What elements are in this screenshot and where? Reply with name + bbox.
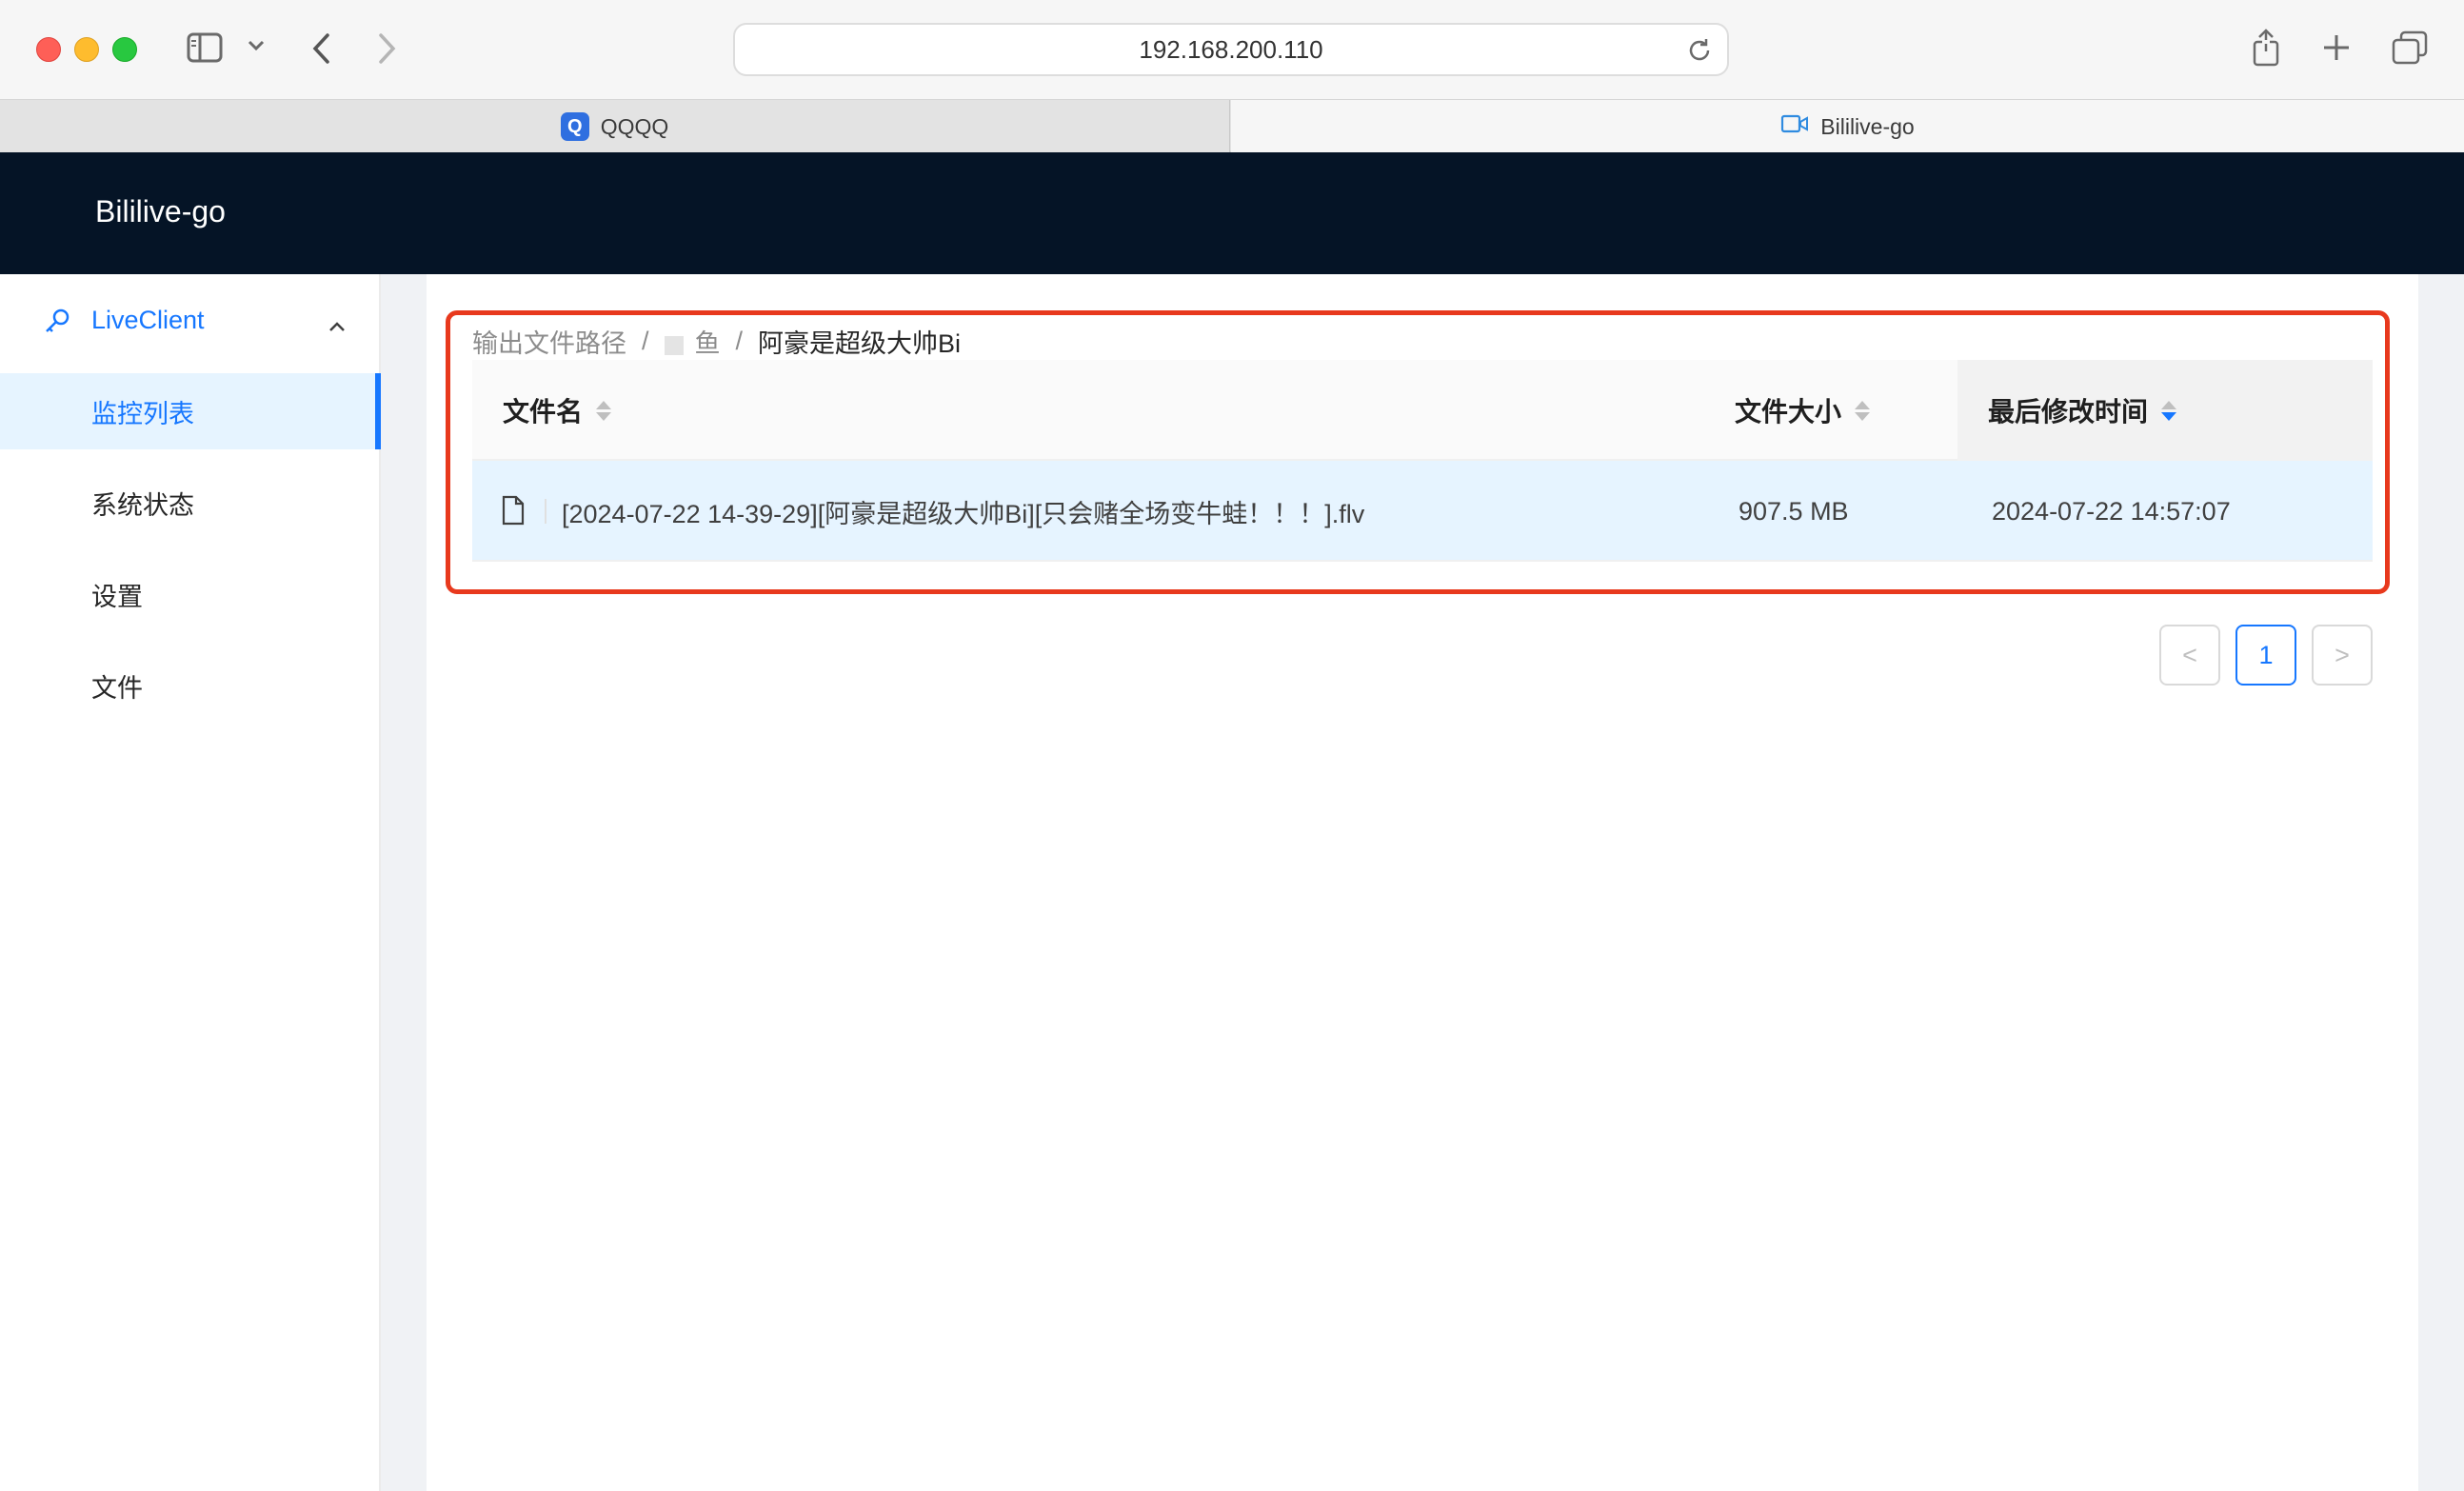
sidebar-item-label: 设置 — [91, 582, 143, 611]
page-1-button[interactable]: 1 — [2235, 625, 2296, 686]
sidebar-item-files[interactable]: 文件 — [0, 647, 381, 724]
pagination: < 1 > — [2159, 625, 2373, 686]
key-icon — [44, 307, 72, 342]
tab-qqqq[interactable]: Q QQQQ — [0, 100, 1230, 153]
chevron-up-icon — [328, 310, 347, 340]
sidebar-item-settings[interactable]: 设置 — [0, 556, 381, 632]
sidebar-toggle-icon[interactable] — [187, 32, 223, 63]
next-page-button[interactable]: > — [2312, 625, 2373, 686]
video-camera-icon — [1780, 113, 1809, 140]
tab-label: Bililive-go — [1820, 113, 1915, 139]
tab-overview-icon[interactable] — [2392, 30, 2428, 65]
address-text: 192.168.200.110 — [1139, 34, 1323, 64]
sidebar-item-label: 监控列表 — [91, 399, 194, 428]
reload-icon[interactable] — [1685, 36, 1714, 71]
submenu-liveclient[interactable]: LiveClient — [0, 274, 381, 366]
next-page-icon: > — [2335, 640, 2350, 669]
back-icon[interactable] — [310, 32, 331, 65]
sidebar-item-monitor-list[interactable]: 监控列表 — [0, 373, 381, 449]
app-header: Bililive-go — [0, 152, 2464, 274]
tab-bililive-go[interactable]: Bililive-go — [1231, 100, 2464, 153]
prev-page-icon: < — [2182, 640, 2197, 669]
tab-label: QQQQ — [600, 113, 669, 139]
sidebar-item-system-status[interactable]: 系统状态 — [0, 465, 381, 541]
share-icon[interactable] — [2251, 29, 2281, 67]
address-bar[interactable]: 192.168.200.110 — [733, 23, 1729, 76]
prev-page-button[interactable]: < — [2159, 625, 2220, 686]
sidebar-item-label: 文件 — [91, 673, 143, 703]
forward-icon[interactable] — [377, 32, 398, 65]
minimize-window-button[interactable] — [74, 37, 99, 62]
chevron-down-icon[interactable] — [248, 40, 265, 51]
close-window-button[interactable] — [36, 37, 61, 62]
sidebar: LiveClient 监控列表 系统状态 设置 文件 — [0, 274, 381, 1491]
page-number: 1 — [2258, 640, 2274, 669]
qqqq-favicon-icon: Q — [560, 112, 589, 141]
tab-bar: Q QQQQ Bililive-go — [0, 99, 2464, 153]
annotation-highlight-box — [446, 310, 2390, 594]
new-tab-icon[interactable] — [2321, 32, 2352, 63]
browser-toolbar: 192.168.200.110 — [0, 0, 2464, 99]
sidebar-item-label: 系统状态 — [91, 490, 194, 520]
app-title: Bililive-go — [95, 194, 226, 229]
zoom-window-button[interactable] — [112, 37, 137, 62]
submenu-label: LiveClient — [91, 305, 205, 334]
